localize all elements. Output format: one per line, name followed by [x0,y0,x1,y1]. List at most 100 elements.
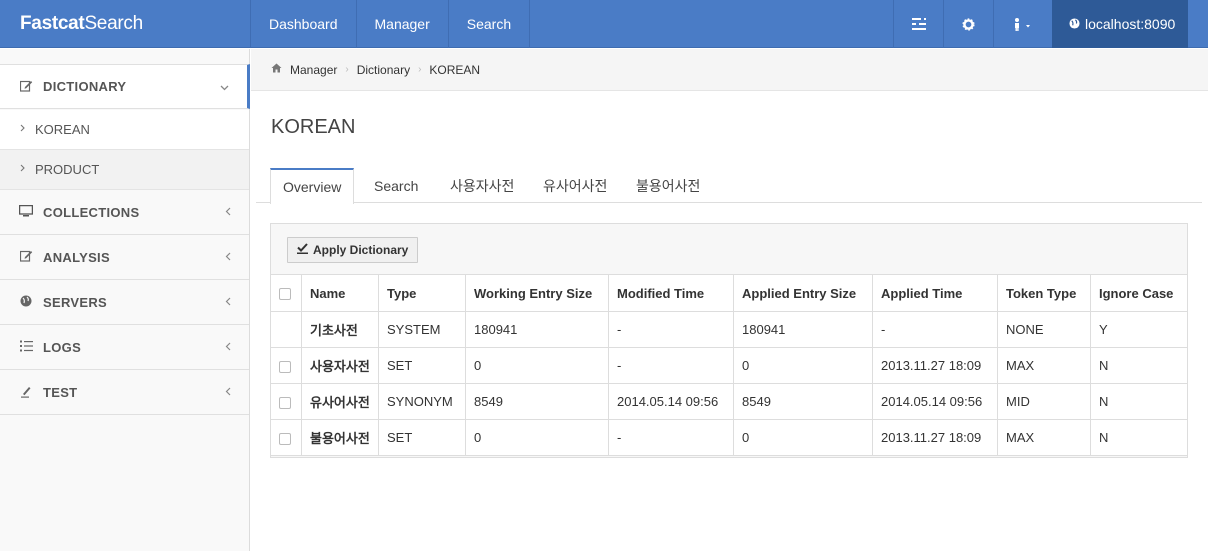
select-all-cell [270,274,302,312]
sidebar-item-dictionary[interactable]: DICTIONARY [0,64,250,109]
row-select-cell [270,311,302,348]
host-label: localhost:8090 [1085,16,1176,32]
col-working-entry-size[interactable]: Working Entry Size [465,274,609,312]
cell-type: SYSTEM [378,311,466,348]
check-icon [297,243,308,257]
table-row[interactable]: 사용자사전 SET 0 - 0 2013.11.27 18:09 MAX N [270,347,1188,384]
tab-synonym-dictionary[interactable]: 유사어사전 [543,168,607,203]
tab-search[interactable]: Search [374,168,418,203]
nav-search[interactable]: Search [449,0,531,48]
cell-name[interactable]: 유사어사전 [301,383,379,420]
sidebar-subitem-korean[interactable]: KOREAN [0,110,249,150]
cell-ignore-case: Y [1090,311,1188,348]
cell-type: SET [378,347,466,384]
cell-applied-time: - [872,311,998,348]
edit-icon [19,80,33,94]
table-row[interactable]: 기초사전 SYSTEM 180941 - 180941 - NONE Y [270,311,1188,348]
dictionary-table: Name Type Working Entry Size Modified Ti… [270,274,1188,456]
brand-logo[interactable]: FastcatSearch [20,0,143,48]
cell-working-entry-size: 180941 [465,311,609,348]
cell-ignore-case: N [1090,347,1188,384]
cell-token-type: MAX [997,347,1091,384]
cell-applied-entry-size: 0 [733,347,873,384]
cell-modified-time: - [608,311,734,348]
nav-right: localhost:8090 [893,0,1188,48]
row-checkbox[interactable] [279,396,291,409]
tab-overview[interactable]: Overview [270,168,355,204]
cell-applied-time: 2014.05.14 09:56 [872,383,998,420]
chevron-down-icon [220,80,229,94]
gear-icon[interactable] [943,0,993,48]
page-title: KOREAN [271,116,356,138]
tasks-icon[interactable] [893,0,943,48]
monitor-icon [18,204,34,219]
table-row[interactable]: 불용어사전 SET 0 - 0 2013.11.27 18:09 MAX N [270,419,1188,456]
globe-icon [19,295,33,309]
sidebar-item-collections[interactable]: COLLECTIONS [0,190,249,235]
col-applied-entry-size[interactable]: Applied Entry Size [733,274,873,312]
globe-icon [1069,16,1080,32]
row-checkbox[interactable] [279,360,291,373]
dictionary-panel: Apply Dictionary Name Type Working Entry… [270,223,1188,458]
cell-token-type: NONE [997,311,1091,348]
home-icon[interactable] [271,63,282,76]
cell-name[interactable]: 불용어사전 [301,419,379,456]
col-token-type[interactable]: Token Type [997,274,1091,312]
cell-working-entry-size: 8549 [465,383,609,420]
chevron-left-icon [225,250,231,264]
cell-name[interactable]: 사용자사전 [301,347,379,384]
cell-working-entry-size: 0 [465,347,609,384]
cell-name[interactable]: 기초사전 [301,311,379,348]
table-row[interactable]: 유사어사전 SYNONYM 8549 2014.05.14 09:56 8549… [270,383,1188,420]
chevron-left-icon [225,340,231,354]
row-select-cell [270,419,302,456]
breadcrumb-separator: › [345,64,349,75]
breadcrumb-manager[interactable]: Manager [290,63,337,77]
list-icon [19,340,33,354]
col-ignore-case[interactable]: Ignore Case [1090,274,1188,312]
nav-manager[interactable]: Manager [357,0,449,48]
cell-modified-time: - [608,419,734,456]
nav-dashboard[interactable]: Dashboard [251,0,357,48]
tab-bar: Overview Search 사용자사전 유사어사전 불용어사전 [256,168,1202,204]
sidebar-item-servers[interactable]: SERVERS [0,280,249,325]
chevron-left-icon [225,205,231,219]
apply-dictionary-button[interactable]: Apply Dictionary [287,237,419,263]
cell-type: SET [378,419,466,456]
cell-applied-time: 2013.11.27 18:09 [872,347,998,384]
cell-applied-entry-size: 8549 [733,383,873,420]
table-header-row: Name Type Working Entry Size Modified Ti… [270,274,1188,312]
chevron-right-icon [20,124,25,135]
cell-ignore-case: N [1090,419,1188,456]
col-modified-time[interactable]: Modified Time [608,274,734,312]
chevron-left-icon [225,295,231,309]
breadcrumb-korean: KOREAN [429,62,481,77]
tab-user-dictionary[interactable]: 사용자사전 [450,168,514,203]
col-type[interactable]: Type [378,274,466,312]
sidebar-item-analysis[interactable]: ANALYSIS [0,235,249,280]
select-all-checkbox[interactable] [279,288,291,301]
breadcrumb-dictionary[interactable]: Dictionary [357,63,410,77]
tab-stopword-dictionary[interactable]: 불용어사전 [636,168,700,203]
server-host-button[interactable]: localhost:8090 [1052,0,1188,48]
cell-token-type: MID [997,383,1091,420]
cell-applied-entry-size: 0 [733,419,873,456]
top-navbar: FastcatSearch Dashboard Manager Search l… [0,0,1208,48]
chevron-right-icon [20,164,25,175]
sidebar-item-logs[interactable]: LOGS [0,325,249,370]
breadcrumb-separator: › [418,64,422,75]
main-nav: Dashboard Manager Search [250,0,531,48]
cell-modified-time: - [608,347,734,384]
cell-applied-entry-size: 180941 [733,311,873,348]
col-name[interactable]: Name [301,274,379,312]
user-menu-icon[interactable] [993,0,1052,48]
sidebar-item-test[interactable]: TEST [0,370,249,415]
cell-ignore-case: N [1090,383,1188,420]
col-applied-time[interactable]: Applied Time [872,274,998,312]
pencil-icon [19,385,33,399]
cell-working-entry-size: 0 [465,419,609,456]
edit-icon [19,250,33,264]
row-checkbox[interactable] [279,432,291,445]
cell-token-type: MAX [997,419,1091,456]
sidebar-subitem-product[interactable]: PRODUCT [0,150,249,190]
